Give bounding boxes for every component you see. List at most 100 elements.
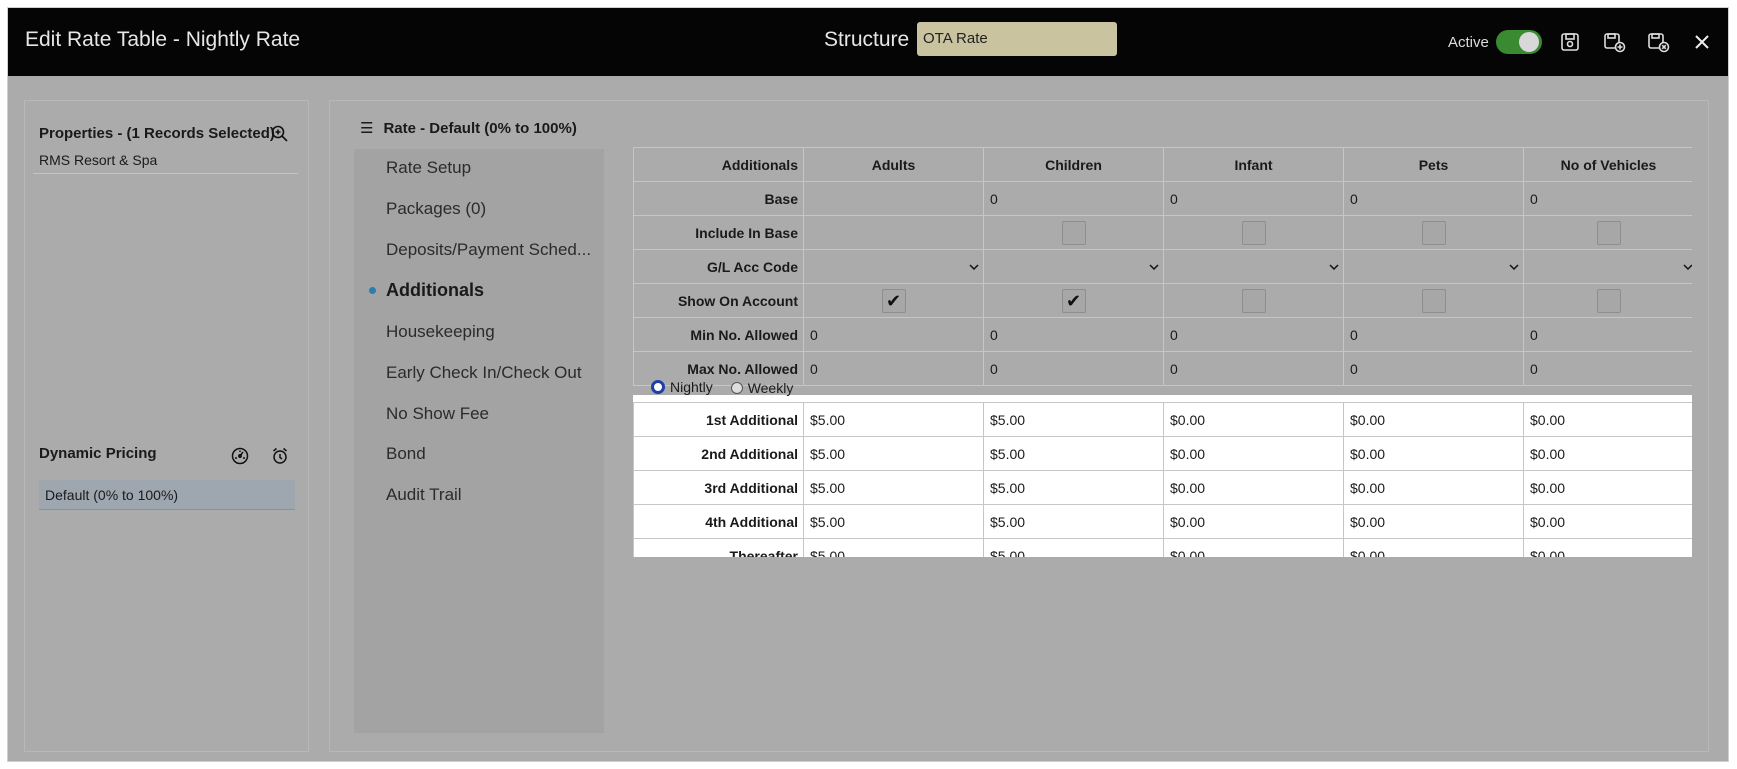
charge-cell[interactable]: $0.00 xyxy=(1343,470,1524,505)
max-allowed-cell[interactable]: 0 xyxy=(983,351,1164,386)
base-cell[interactable]: 0 xyxy=(1523,181,1692,216)
row-label: Base xyxy=(633,181,804,216)
menu-icon[interactable]: ☰ xyxy=(360,119,373,137)
structure-field[interactable]: OTA Rate xyxy=(917,22,1117,56)
charge-cell[interactable]: $0.00 xyxy=(1523,470,1692,505)
base-cell[interactable]: 0 xyxy=(1163,181,1344,216)
left-panel: Properties - (1 Records Selected) RMS Re… xyxy=(24,100,309,752)
include-in-base-cell xyxy=(1523,215,1692,250)
row-label: 2nd Additional xyxy=(633,436,804,471)
save-icon[interactable] xyxy=(1558,30,1582,54)
save-new-icon[interactable] xyxy=(1602,30,1626,54)
show-on-account-checkbox[interactable]: ✔ xyxy=(881,288,906,313)
base-cell[interactable]: 0 xyxy=(1343,181,1524,216)
gl-acc-code-select[interactable] xyxy=(1163,249,1344,284)
window-title: Edit Rate Table - Nightly Rate xyxy=(25,28,301,51)
charge-cell[interactable]: $0.00 xyxy=(1343,504,1524,539)
radio-label: Nightly xyxy=(670,379,713,395)
charge-cell[interactable]: $5.00 xyxy=(803,504,984,539)
base-cell[interactable] xyxy=(803,181,984,216)
min-allowed-cell[interactable]: 0 xyxy=(1523,317,1692,352)
charge-cell[interactable]: $0.00 xyxy=(1163,470,1344,505)
close-icon[interactable] xyxy=(1690,30,1714,54)
charge-cell[interactable]: $0.00 xyxy=(1343,538,1524,557)
row-label: Include In Base xyxy=(633,215,804,250)
active-toggle[interactable] xyxy=(1496,30,1542,54)
dashboard-icon[interactable] xyxy=(230,446,250,466)
charge-cell[interactable]: $0.00 xyxy=(1523,538,1692,557)
charge-cell[interactable]: $0.00 xyxy=(1343,436,1524,471)
max-allowed-cell[interactable]: 0 xyxy=(803,351,984,386)
properties-heading: Properties - (1 Records Selected) xyxy=(39,125,275,142)
min-allowed-cell[interactable]: 0 xyxy=(1343,317,1524,352)
gl-acc-code-select[interactable] xyxy=(1343,249,1524,284)
nav-item-bond[interactable]: Bond xyxy=(386,444,426,464)
include-in-base-cell xyxy=(1163,215,1344,250)
row-label: Min No. Allowed xyxy=(633,317,804,352)
nav-item-packages[interactable]: Packages (0) xyxy=(386,199,486,219)
charge-cell[interactable]: $0.00 xyxy=(1163,402,1344,437)
gl-acc-code-select[interactable] xyxy=(803,249,984,284)
chevron-down-icon xyxy=(969,263,979,270)
charge-cell[interactable]: $0.00 xyxy=(1163,504,1344,539)
property-item[interactable]: RMS Resort & Spa xyxy=(39,152,157,168)
row-label: Thereafter xyxy=(633,538,804,557)
radio-label: Weekly xyxy=(747,380,794,396)
save-close-icon[interactable] xyxy=(1646,30,1670,54)
base-cell[interactable]: 0 xyxy=(983,181,1164,216)
dynamic-pricing-item[interactable]: Default (0% to 100%) xyxy=(39,480,295,510)
charge-cell[interactable]: $0.00 xyxy=(1523,504,1692,539)
charge-cell[interactable]: $5.00 xyxy=(983,436,1164,471)
include-in-base-checkbox[interactable] xyxy=(1421,220,1446,245)
nav-item-additionals[interactable]: Additionals xyxy=(386,280,484,301)
chevron-down-icon xyxy=(1329,263,1339,270)
max-allowed-cell[interactable]: 0 xyxy=(1163,351,1344,386)
charge-cell[interactable]: $5.00 xyxy=(983,504,1164,539)
table-row-min-allowed: Min No. Allowed 0 0 0 0 0 xyxy=(633,317,1692,352)
table-header-row: Additionals Adults Children Infant Pets … xyxy=(633,147,1692,182)
show-on-account-checkbox[interactable]: ✔ xyxy=(1061,288,1086,313)
row-label: 1st Additional xyxy=(633,402,804,437)
min-allowed-cell[interactable]: 0 xyxy=(803,317,984,352)
radio-weekly[interactable]: Weekly xyxy=(730,380,794,396)
additionals-table: Additionals Adults Children Infant Pets … xyxy=(633,147,1692,386)
charge-cell[interactable]: $5.00 xyxy=(983,402,1164,437)
column-header: Children xyxy=(983,147,1164,182)
nav-item-audit-trail[interactable]: Audit Trail xyxy=(386,485,462,505)
charge-cell[interactable]: $0.00 xyxy=(1523,402,1692,437)
charge-cell[interactable]: $5.00 xyxy=(803,436,984,471)
show-on-account-checkbox[interactable] xyxy=(1421,288,1446,313)
radio-nightly[interactable]: Nightly xyxy=(651,379,713,395)
gl-acc-code-select[interactable] xyxy=(983,249,1164,284)
table-row: Thereafter $5.00 $5.00 $0.00 $0.00 $0.00 xyxy=(633,538,1692,557)
charge-cell[interactable]: $0.00 xyxy=(1523,436,1692,471)
min-allowed-cell[interactable]: 0 xyxy=(983,317,1164,352)
nav-item-early-check-in[interactable]: Early Check In/Check Out xyxy=(386,363,582,383)
gl-acc-code-select[interactable] xyxy=(1523,249,1692,284)
nav-item-rate-setup[interactable]: Rate Setup xyxy=(386,158,471,178)
charge-cell[interactable]: $5.00 xyxy=(983,538,1164,557)
max-allowed-cell[interactable]: 0 xyxy=(1343,351,1524,386)
include-in-base-checkbox[interactable] xyxy=(1061,220,1086,245)
min-allowed-cell[interactable]: 0 xyxy=(1163,317,1344,352)
include-in-base-checkbox[interactable] xyxy=(1596,220,1621,245)
show-on-account-checkbox[interactable] xyxy=(1596,288,1621,313)
nav-item-no-show-fee[interactable]: No Show Fee xyxy=(386,404,489,424)
chevron-down-icon xyxy=(1509,263,1519,270)
show-on-account-cell: ✔ xyxy=(803,283,984,318)
charge-cell[interactable]: $0.00 xyxy=(1163,538,1344,557)
max-allowed-cell[interactable]: 0 xyxy=(1523,351,1692,386)
charge-cell[interactable]: $5.00 xyxy=(803,402,984,437)
charge-cell[interactable]: $5.00 xyxy=(803,538,984,557)
include-in-base-checkbox[interactable] xyxy=(1241,220,1266,245)
charge-cell[interactable]: $0.00 xyxy=(1343,402,1524,437)
alarm-icon[interactable] xyxy=(270,446,290,466)
nav-item-deposits[interactable]: Deposits/Payment Sched... xyxy=(386,240,591,260)
show-on-account-checkbox[interactable] xyxy=(1241,288,1266,313)
charge-cell[interactable]: $5.00 xyxy=(803,470,984,505)
nav-item-housekeeping[interactable]: Housekeeping xyxy=(386,322,495,342)
zoom-in-icon[interactable] xyxy=(270,124,290,144)
charge-cell[interactable]: $0.00 xyxy=(1163,436,1344,471)
column-header: Pets xyxy=(1343,147,1524,182)
charge-cell[interactable]: $5.00 xyxy=(983,470,1164,505)
